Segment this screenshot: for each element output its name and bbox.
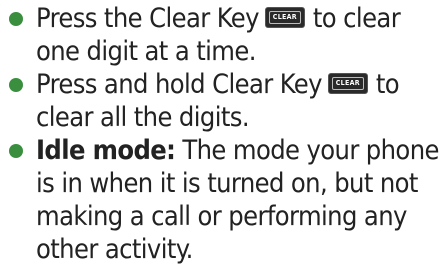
clear-key-label: CLEAR xyxy=(331,76,364,90)
clear-key-icon: CLEAR xyxy=(327,72,368,94)
bullet-dot-icon xyxy=(9,78,23,92)
bullet-dot-icon xyxy=(9,12,23,26)
bullet-item-clear-one: Press the Clear Key CLEAR to clear one dig… xyxy=(0,2,443,68)
bullet-text-before: Press and hold Clear Key xyxy=(36,69,322,100)
bullet-dot-icon xyxy=(9,144,23,158)
idle-mode-term: Idle mode: xyxy=(36,135,176,166)
bullet-item-clear-all: Press and hold Clear Key CLEAR to clear al… xyxy=(0,68,443,134)
clear-key-label: CLEAR xyxy=(268,10,301,24)
bullet-text-before: Press the Clear Key xyxy=(36,3,259,34)
bullet-item-idle-mode: Idle mode: The mode your phone is in whe… xyxy=(0,134,443,266)
instruction-list: Press the Clear Key CLEAR to clear one dig… xyxy=(0,2,443,266)
clear-key-icon: CLEAR xyxy=(264,6,305,28)
